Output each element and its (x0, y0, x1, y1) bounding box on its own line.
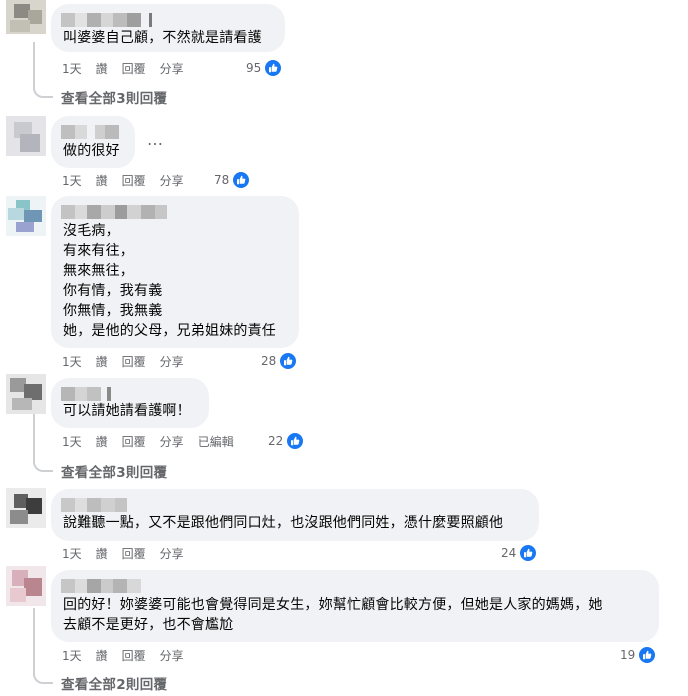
share-button[interactable]: 分享 (160, 172, 184, 189)
like-thumb-icon (264, 59, 283, 77)
comment-actions: 1天 讚 回覆 分享 (62, 170, 198, 190)
reaction-count[interactable]: 19 (620, 645, 657, 665)
comment-text: 沒毛病， 有來有往， 無來無往， 你有情，我有義 你無情，我無義 她，是他的父母… (63, 223, 276, 339)
edited-label[interactable]: 已編輯 (198, 433, 234, 450)
like-thumb-icon (638, 646, 657, 664)
comment-time[interactable]: 1天 (62, 353, 82, 370)
like-button[interactable]: 讚 (96, 172, 108, 189)
comment-text: 做的很好 (63, 143, 120, 159)
reaction-number: 95 (246, 61, 262, 75)
view-all-replies-link[interactable]: 查看全部3則回覆 (61, 461, 167, 481)
comment-actions: 1天 讚 回覆 分享 (62, 543, 198, 563)
commenter-name-blurred[interactable] (61, 387, 111, 401)
comment-actions: 1天 讚 回覆 分享 (62, 645, 198, 665)
comment-time[interactable]: 1天 (62, 60, 82, 77)
reaction-number: 22 (268, 434, 284, 448)
like-thumb-icon (232, 171, 251, 189)
reaction-number: 19 (620, 648, 636, 662)
commenter-name-blurred[interactable] (61, 13, 152, 27)
like-button[interactable]: 讚 (96, 60, 108, 77)
commenter-name-blurred[interactable] (61, 579, 141, 593)
thread-elbow (33, 84, 53, 98)
reaction-count[interactable]: 28 (261, 351, 298, 371)
avatar[interactable] (6, 0, 46, 34)
share-button[interactable]: 分享 (160, 647, 184, 664)
comment-time[interactable]: 1天 (62, 545, 82, 562)
avatar[interactable] (6, 374, 46, 414)
comment-text: 回的好！妳婆婆可能也會覺得同是女生，妳幫忙顧會比較方便，但她是人家的媽媽，她 去… (63, 597, 603, 633)
avatar[interactable] (6, 566, 46, 606)
comment-bubble: 可以請她請看護啊！ (51, 378, 209, 428)
view-all-replies-link[interactable]: 查看全部3則回覆 (61, 87, 167, 107)
share-button[interactable]: 分享 (160, 353, 184, 370)
reply-button[interactable]: 回覆 (122, 545, 146, 562)
comment-actions: 1天 讚 回覆 分享 (62, 58, 198, 78)
thread-elbow (33, 458, 53, 472)
reaction-count[interactable]: 24 (501, 543, 538, 563)
reply-button[interactable]: 回覆 (122, 353, 146, 370)
reaction-count[interactable]: 22 (268, 431, 305, 451)
like-thumb-icon (286, 432, 305, 450)
comment-actions: 1天 讚 回覆 分享 (62, 351, 198, 371)
comment-text: 可以請她請看護啊！ (63, 403, 191, 419)
more-options-button[interactable]: … (147, 130, 164, 149)
like-thumb-icon (279, 352, 298, 370)
like-button[interactable]: 讚 (96, 545, 108, 562)
comment-bubble: 做的很好 (51, 116, 135, 168)
thread-line (33, 414, 35, 464)
like-button[interactable]: 讚 (96, 647, 108, 664)
like-button[interactable]: 讚 (96, 353, 108, 370)
reaction-number: 24 (501, 546, 517, 560)
reaction-number: 78 (214, 173, 230, 187)
view-all-replies-link[interactable]: 查看全部2則回覆 (61, 673, 167, 693)
reaction-count[interactable]: 78 (214, 170, 251, 190)
share-button[interactable]: 分享 (160, 545, 184, 562)
reply-button[interactable]: 回覆 (122, 172, 146, 189)
comment-bubble: 說難聽一點，又不是跟他們同口灶，也沒跟他們同姓，憑什麼要照顧他 (51, 489, 539, 541)
reply-button[interactable]: 回覆 (122, 60, 146, 77)
avatar[interactable] (6, 116, 46, 156)
thread-line (33, 608, 35, 676)
comment-time[interactable]: 1天 (62, 433, 82, 450)
like-thumb-icon (519, 544, 538, 562)
comment-time[interactable]: 1天 (62, 172, 82, 189)
commenter-name-blurred[interactable] (61, 125, 119, 139)
avatar[interactable] (6, 488, 46, 528)
comment-bubble: 叫婆婆自己顧，不然就是請看護 (51, 4, 285, 52)
avatar[interactable] (6, 196, 46, 236)
commenter-name-blurred[interactable] (61, 498, 127, 512)
comment-bubble: 沒毛病， 有來有往， 無來無往， 你有情，我有義 你無情，我無義 她，是他的父母… (51, 196, 299, 348)
comment-bubble: 回的好！妳婆婆可能也會覺得同是女生，妳幫忙顧會比較方便，但她是人家的媽媽，她 去… (51, 570, 659, 642)
comment-text: 叫婆婆自己顧，不然就是請看護 (63, 30, 262, 46)
reply-button[interactable]: 回覆 (122, 433, 146, 450)
share-button[interactable]: 分享 (160, 433, 184, 450)
thread-elbow (33, 670, 53, 684)
reaction-count[interactable]: 95 (246, 58, 283, 78)
share-button[interactable]: 分享 (160, 60, 184, 77)
comment-actions: 1天 讚 回覆 分享 已編輯 (62, 431, 248, 451)
like-button[interactable]: 讚 (96, 433, 108, 450)
reply-button[interactable]: 回覆 (122, 647, 146, 664)
reaction-number: 28 (261, 354, 277, 368)
commenter-name-blurred[interactable] (61, 205, 167, 219)
thread-line (33, 42, 35, 90)
comment-text: 說難聽一點，又不是跟他們同口灶，也沒跟他們同姓，憑什麼要照顧他 (63, 515, 504, 531)
comment-time[interactable]: 1天 (62, 647, 82, 664)
